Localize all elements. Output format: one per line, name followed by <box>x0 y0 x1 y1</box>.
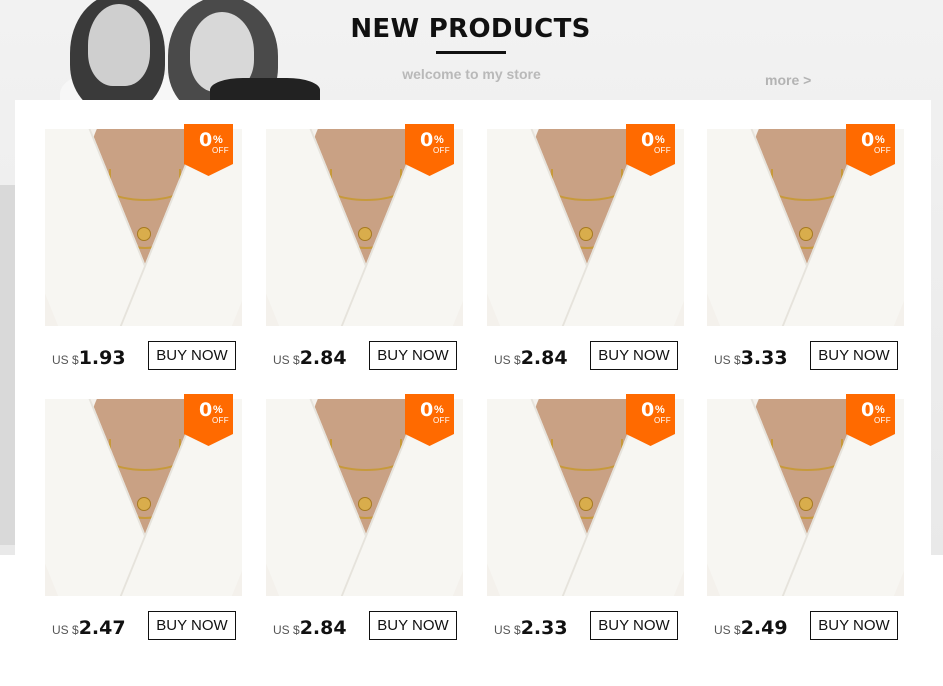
banner-models-photo <box>60 0 325 100</box>
discount-value: 0 <box>641 399 655 421</box>
buy-now-button[interactable]: BUY NOW <box>148 611 236 640</box>
price-currency: US $ <box>494 353 521 367</box>
product-card[interactable]: 0 % OFF US $1.93 BUY NOW <box>45 124 242 379</box>
price-amount: 2.84 <box>520 347 568 369</box>
price-amount: 1.93 <box>78 347 126 369</box>
price-currency: US $ <box>52 623 79 637</box>
price-amount: 2.33 <box>520 617 568 639</box>
discount-badge: 0 % OFF <box>626 124 675 176</box>
buy-now-button[interactable]: BUY NOW <box>148 341 236 370</box>
buy-now-button[interactable]: BUY NOW <box>369 611 457 640</box>
product-price: US $2.33 <box>494 617 568 639</box>
product-card[interactable]: 0 % OFF US $2.84 BUY NOW <box>266 394 463 649</box>
product-card[interactable]: 0 % OFF US $2.49 BUY NOW <box>707 394 904 649</box>
discount-percent-sign: % <box>434 134 444 146</box>
banner-side-decoration <box>0 185 16 545</box>
product-card[interactable]: 0 % OFF US $2.84 BUY NOW <box>487 124 684 379</box>
price-currency: US $ <box>273 353 300 367</box>
discount-off-label: OFF <box>433 416 450 425</box>
discount-value: 0 <box>641 129 655 151</box>
discount-badge: 0 % OFF <box>626 394 675 446</box>
discount-badge: 0 % OFF <box>846 124 895 176</box>
more-link[interactable]: more > <box>765 72 811 88</box>
title-underline <box>436 51 506 54</box>
discount-badge: 0 % OFF <box>184 124 233 176</box>
buy-now-button[interactable]: BUY NOW <box>590 341 678 370</box>
price-currency: US $ <box>714 623 741 637</box>
discount-percent-sign: % <box>875 404 885 416</box>
product-price: US $2.49 <box>714 617 788 639</box>
price-currency: US $ <box>714 353 741 367</box>
discount-off-label: OFF <box>433 146 450 155</box>
product-price: US $2.84 <box>273 617 347 639</box>
discount-percent-sign: % <box>434 404 444 416</box>
price-amount: 2.47 <box>78 617 126 639</box>
price-amount: 2.84 <box>299 347 347 369</box>
discount-badge: 0 % OFF <box>405 394 454 446</box>
product-price: US $2.84 <box>273 347 347 369</box>
discount-percent-sign: % <box>875 134 885 146</box>
price-amount: 3.33 <box>740 347 788 369</box>
discount-off-label: OFF <box>212 416 229 425</box>
discount-value: 0 <box>861 129 875 151</box>
buy-now-button[interactable]: BUY NOW <box>810 611 898 640</box>
discount-value: 0 <box>199 129 213 151</box>
product-card[interactable]: 0 % OFF US $3.33 BUY NOW <box>707 124 904 379</box>
buy-now-button[interactable]: BUY NOW <box>369 341 457 370</box>
discount-badge: 0 % OFF <box>846 394 895 446</box>
price-currency: US $ <box>494 623 521 637</box>
product-price: US $1.93 <box>52 347 126 369</box>
discount-off-label: OFF <box>874 146 891 155</box>
discount-value: 0 <box>861 399 875 421</box>
product-card[interactable]: 0 % OFF US $2.84 BUY NOW <box>266 124 463 379</box>
buy-now-button[interactable]: BUY NOW <box>810 341 898 370</box>
discount-off-label: OFF <box>654 146 671 155</box>
discount-off-label: OFF <box>874 416 891 425</box>
discount-percent-sign: % <box>655 134 665 146</box>
discount-percent-sign: % <box>213 134 223 146</box>
price-currency: US $ <box>52 353 79 367</box>
product-price: US $2.47 <box>52 617 126 639</box>
discount-badge: 0 % OFF <box>405 124 454 176</box>
discount-value: 0 <box>420 399 434 421</box>
product-grid: 0 % OFF US $1.93 BUY NOW 0 % OFF US $2.8… <box>15 100 931 645</box>
price-amount: 2.49 <box>740 617 788 639</box>
discount-off-label: OFF <box>212 146 229 155</box>
discount-value: 0 <box>199 399 213 421</box>
product-price: US $2.84 <box>494 347 568 369</box>
discount-badge: 0 % OFF <box>184 394 233 446</box>
product-price: US $3.33 <box>714 347 788 369</box>
product-card[interactable]: 0 % OFF US $2.47 BUY NOW <box>45 394 242 649</box>
discount-percent-sign: % <box>213 404 223 416</box>
discount-value: 0 <box>420 129 434 151</box>
buy-now-button[interactable]: BUY NOW <box>590 611 678 640</box>
discount-off-label: OFF <box>654 416 671 425</box>
price-currency: US $ <box>273 623 300 637</box>
discount-percent-sign: % <box>655 404 665 416</box>
price-amount: 2.84 <box>299 617 347 639</box>
product-card[interactable]: 0 % OFF US $2.33 BUY NOW <box>487 394 684 649</box>
